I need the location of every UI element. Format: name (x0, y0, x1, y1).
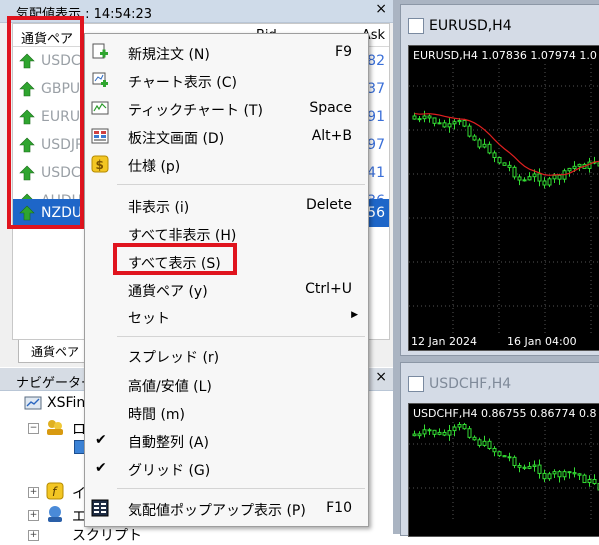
menu-shortcut: Ctrl+U (305, 281, 352, 297)
tick-chart-icon (91, 101, 109, 115)
menu-label: 時間 (m) (128, 407, 186, 423)
chart-info-label: USDCHF,H4 0.86755 0.86774 0.8 (413, 407, 597, 420)
ask-value: 37 (367, 81, 385, 97)
time-tick: 12 Jan 2024 (411, 335, 477, 348)
menu-item-symbols[interactable]: 通貨ペア (y) Ctrl+U (85, 275, 368, 303)
new-order-icon (92, 43, 108, 59)
menu-item-tick-chart[interactable]: ティックチャート (T) Space (85, 94, 368, 122)
menu-item-sets[interactable]: セット ▶ (85, 302, 368, 330)
menu-label: 通貨ペア (y) (128, 284, 208, 300)
checkmark-icon: ✔ (95, 432, 107, 448)
expand-icon[interactable]: − (28, 423, 39, 434)
menu-label: すべて非表示 (H) (128, 228, 237, 244)
menu-shortcut: Alt+B (311, 128, 352, 144)
menu-shortcut: F9 (335, 44, 352, 60)
chart-window-icon (408, 18, 424, 34)
menu-separator (117, 336, 365, 337)
menu-item-hide[interactable]: 非表示 (i) Delete (85, 191, 368, 219)
charts-area: EURUSD,H4 EURUSD,H4 1.07836 1.07974 1.0 … (393, 0, 599, 537)
chart-window-title: USDCHF,H4 (429, 376, 512, 392)
menu-item-time[interactable]: 時間 (m) (85, 398, 368, 426)
menu-label: 非表示 (i) (128, 200, 190, 216)
menu-item-popup-prices[interactable]: 気配値ポップアップ表示 (P) F10 (85, 494, 368, 522)
menu-label: グリッド (G) (128, 463, 211, 479)
submenu-arrow-icon: ▶ (351, 310, 358, 320)
navigator-title: ナビゲーター (16, 376, 95, 391)
menu-item-depth-of-market[interactable]: 板注文画面 (D) Alt+B (85, 122, 368, 150)
menu-item-high-low[interactable]: 高値/安値 (L) (85, 370, 368, 398)
menu-shortcut: F10 (326, 500, 352, 516)
close-icon[interactable]: × (375, 1, 387, 17)
menu-separator (117, 184, 365, 185)
highlight-box-show-all (113, 243, 237, 275)
expand-icon[interactable]: + (28, 487, 39, 498)
ask-value: 41 (367, 165, 385, 181)
popup-prices-icon (91, 499, 109, 517)
svg-text:$: $ (96, 158, 104, 172)
close-icon[interactable]: × (375, 369, 387, 385)
chart-window-icon (92, 72, 108, 87)
checkmark-icon: ✔ (95, 460, 107, 476)
menu-label: 仕様 (p) (128, 159, 181, 175)
chart-info-label: EURUSD,H4 1.07836 1.07974 1.0 (413, 49, 597, 62)
menu-label: 板注文画面 (D) (128, 131, 225, 147)
price-chart (409, 64, 599, 334)
chart-plot-usdchf[interactable]: USDCHF,H4 0.86755 0.86774 0.8 (408, 403, 599, 537)
ask-value: 82 (367, 53, 385, 69)
price-chart (409, 421, 599, 520)
indicators-icon: f (46, 482, 64, 500)
menu-label: 新規注文 (N) (128, 47, 210, 63)
chart-window-icon (408, 376, 424, 392)
chart-window-title: EURUSD,H4 (429, 18, 512, 34)
accounts-icon (47, 420, 63, 435)
menu-label: チャート表示 (C) (128, 75, 238, 91)
specification-icon: $ (91, 155, 109, 173)
terminal-icon (24, 396, 42, 410)
menu-shortcut: Delete (306, 197, 352, 213)
time-tick: 16 Jan 04:00 (507, 335, 577, 348)
menu-label: 気配値ポップアップ表示 (P) (128, 503, 306, 519)
depth-of-market-icon (91, 128, 109, 144)
menu-item-specification[interactable]: $ 仕様 (p) (85, 150, 368, 178)
expand-icon[interactable]: + (28, 510, 39, 521)
menu-shortcut: Space (309, 100, 352, 116)
menu-item-new-order[interactable]: 新規注文 (N) F9 (85, 38, 368, 66)
menu-label: セット (128, 311, 170, 327)
chart-window-eurusd[interactable]: EURUSD,H4 EURUSD,H4 1.07836 1.07974 1.0 … (400, 4, 599, 356)
menu-label: 高値/安値 (L) (128, 379, 212, 395)
tab-currency-pairs[interactable]: 通貨ペア (18, 340, 92, 363)
tab-label: 通貨ペア (31, 345, 80, 359)
expand-icon[interactable]: + (28, 530, 39, 541)
menu-item-grid[interactable]: ✔ グリッド (G) (85, 454, 368, 482)
ask-value: 91 (367, 109, 385, 125)
navigator-item-account[interactable]: XSFin (47, 395, 85, 411)
ask-value: 97 (367, 137, 385, 153)
menu-label: 自動整列 (A) (128, 435, 209, 451)
menu-label: ティックチャート (T) (128, 103, 263, 119)
menu-item-chart-window[interactable]: チャート表示 (C) (85, 66, 368, 94)
context-menu: 新規注文 (N) F9 チャート表示 (C) ティックチャート (T) Spac… (84, 33, 369, 527)
ask-value: 56 (367, 205, 385, 221)
menu-item-auto-arrange[interactable]: ✔ 自動整列 (A) (85, 426, 368, 454)
menu-item-spread[interactable]: スプレッド (r) (85, 341, 368, 369)
menu-label: スプレッド (r) (128, 350, 220, 366)
navigator-item-scripts[interactable]: スクリプト (72, 525, 142, 545)
chart-window-usdchf[interactable]: USDCHF,H4 USDCHF,H4 0.86755 0.86774 0.8 (400, 362, 599, 537)
expert-advisors-icon (48, 506, 62, 522)
highlight-box-symbols (7, 16, 84, 229)
chart-plot-eurusd[interactable]: EURUSD,H4 1.07836 1.07974 1.0 12 Jan 202… (408, 45, 599, 351)
menu-separator (117, 488, 365, 489)
